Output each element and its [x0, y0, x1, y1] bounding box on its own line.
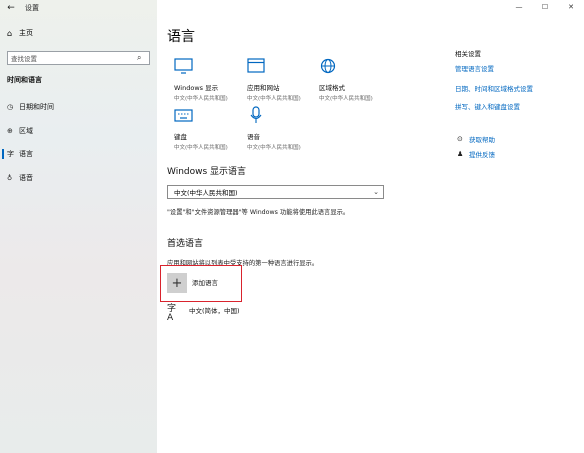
sidebar: ← 设置 ⌂ 主页 查找设置 ⌕ 时间和语言 ◷ 日期和时间 ⊕ 区域 字 语言… — [0, 0, 157, 453]
sidebar-item-language[interactable]: 字 语言 — [0, 146, 157, 162]
tile-name: 键盘 — [174, 133, 187, 141]
sidebar-item-speech[interactable]: ♁ 语音 — [0, 170, 157, 186]
tile-name: 语音 — [247, 133, 260, 141]
clock-icon: ◷ — [7, 103, 14, 111]
feedback-link[interactable]: ♟ 提供反馈 — [457, 149, 495, 159]
globe-icon: ⊕ — [7, 127, 13, 135]
language-name: 中文(简体，中国) — [189, 307, 240, 315]
display-language-heading: Windows 显示语言 — [167, 167, 247, 177]
add-language-label[interactable]: 添加语言 — [192, 277, 218, 287]
window-icon — [247, 58, 265, 73]
preferred-languages-heading: 首选语言 — [167, 239, 204, 249]
maximize-button[interactable]: ☐ — [532, 0, 558, 14]
microphone-icon: ♁ — [7, 174, 13, 182]
tile-name: Windows 显示 — [174, 84, 219, 92]
tile-regional-format[interactable]: 区域格式 中文(中华人民共和国) — [319, 57, 389, 102]
globe-icon — [320, 58, 336, 74]
display-language-dropdown[interactable]: 中文(中华人民共和国) ⌄ — [167, 185, 384, 199]
feedback-label: 提供反馈 — [469, 151, 495, 159]
get-help-label: 获取帮助 — [469, 136, 495, 144]
language-icon: 字 — [7, 150, 14, 158]
window-controls: — ☐ ✕ — [506, 0, 584, 14]
close-button[interactable]: ✕ — [558, 0, 584, 14]
dropdown-value: 中文(中华人民共和国) — [174, 189, 238, 197]
help-icon: ⊙ — [457, 135, 463, 143]
link-date-time-region[interactable]: 日期、时间和区域格式设置 — [455, 83, 533, 93]
title-bar: ← 设置 — [0, 0, 157, 16]
link-spelling-typing-keyboard[interactable]: 拼写、键入和键盘设置 — [455, 101, 520, 111]
home-icon: ⌂ — [7, 28, 13, 38]
add-language-button[interactable]: + — [167, 273, 187, 293]
tile-name: 区域格式 — [319, 84, 345, 92]
chevron-down-icon: ⌄ — [373, 188, 379, 196]
sidebar-item-label: 语言 — [19, 150, 33, 158]
tile-value: 中文(中华人民共和国) — [319, 96, 373, 102]
minimize-button[interactable]: — — [506, 0, 532, 14]
sidebar-item-label: 语音 — [19, 174, 33, 182]
tile-value: 中文(中华人民共和国) — [247, 145, 301, 151]
tile-value: 中文(中华人民共和国) — [247, 96, 301, 102]
page-title: 语言 — [167, 29, 195, 45]
keyboard-icon — [174, 109, 193, 122]
tile-speech[interactable]: 语音 中文(中华人民共和国) — [247, 106, 317, 151]
plus-icon: + — [171, 275, 183, 291]
sidebar-item-label: 区域 — [19, 127, 33, 135]
link-manage-language[interactable]: 管理语言设置 — [455, 63, 494, 73]
language-list-item[interactable]: 字A 中文(简体，中国) — [167, 303, 287, 323]
microphone-icon — [250, 106, 262, 123]
tile-windows-display[interactable]: Windows 显示 中文(中华人民共和国) — [174, 57, 244, 102]
sidebar-item-home[interactable]: ⌂ 主页 — [7, 28, 33, 38]
get-help-link[interactable]: ⊙ 获取帮助 — [457, 134, 495, 144]
feedback-icon: ♟ — [457, 150, 464, 158]
monitor-icon — [174, 58, 193, 74]
related-settings-heading: 相关设置 — [455, 50, 481, 58]
search-icon[interactable]: ⌕ — [137, 53, 149, 63]
search-input[interactable]: 查找设置 ⌕ — [7, 51, 150, 65]
sidebar-item-region[interactable]: ⊕ 区域 — [0, 123, 157, 139]
tile-value: 中文(中华人民共和国) — [174, 145, 228, 151]
tile-keyboard[interactable]: 键盘 中文(中华人民共和国) — [174, 106, 244, 151]
sidebar-section-heading: 时间和语言 — [7, 76, 42, 84]
back-arrow-icon[interactable]: ← — [3, 1, 19, 15]
tile-apps-websites[interactable]: 应用和网站 中文(中华人民共和国) — [247, 57, 317, 102]
sidebar-item-label: 日期和时间 — [19, 103, 54, 111]
search-placeholder: 查找设置 — [11, 55, 37, 63]
language-font-icon: 字A — [167, 304, 177, 323]
tile-value: 中文(中华人民共和国) — [174, 96, 228, 102]
home-label: 主页 — [19, 29, 33, 37]
display-language-note: "设置"和"文件资源管理器"等 Windows 功能将使用此语言显示。 — [167, 209, 350, 216]
sidebar-item-datetime[interactable]: ◷ 日期和时间 — [0, 99, 157, 115]
window-title: 设置 — [25, 4, 39, 12]
tile-name: 应用和网站 — [247, 84, 280, 92]
